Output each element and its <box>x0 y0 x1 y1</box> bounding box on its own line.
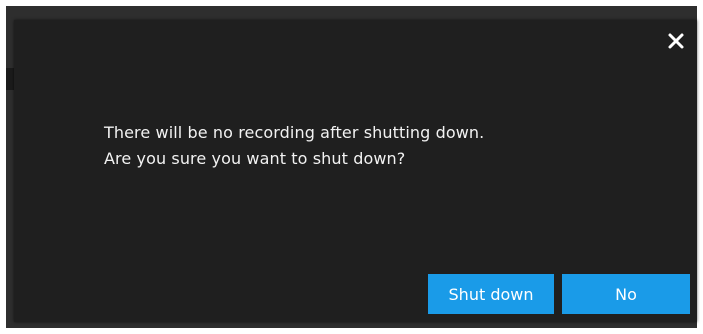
no-button[interactable]: No <box>562 274 690 314</box>
screen: There will be no recording after shuttin… <box>0 0 703 334</box>
close-button[interactable] <box>665 30 687 52</box>
shut-down-button[interactable]: Shut down <box>428 274 554 314</box>
shutdown-confirm-dialog: There will be no recording after shuttin… <box>14 20 697 322</box>
message-line-2: Are you sure you want to shut down? <box>104 149 406 168</box>
dialog-message: There will be no recording after shuttin… <box>104 120 664 172</box>
message-line-1: There will be no recording after shuttin… <box>104 123 485 142</box>
dialog-actions: Shut down No <box>428 274 690 314</box>
close-icon <box>668 33 684 49</box>
